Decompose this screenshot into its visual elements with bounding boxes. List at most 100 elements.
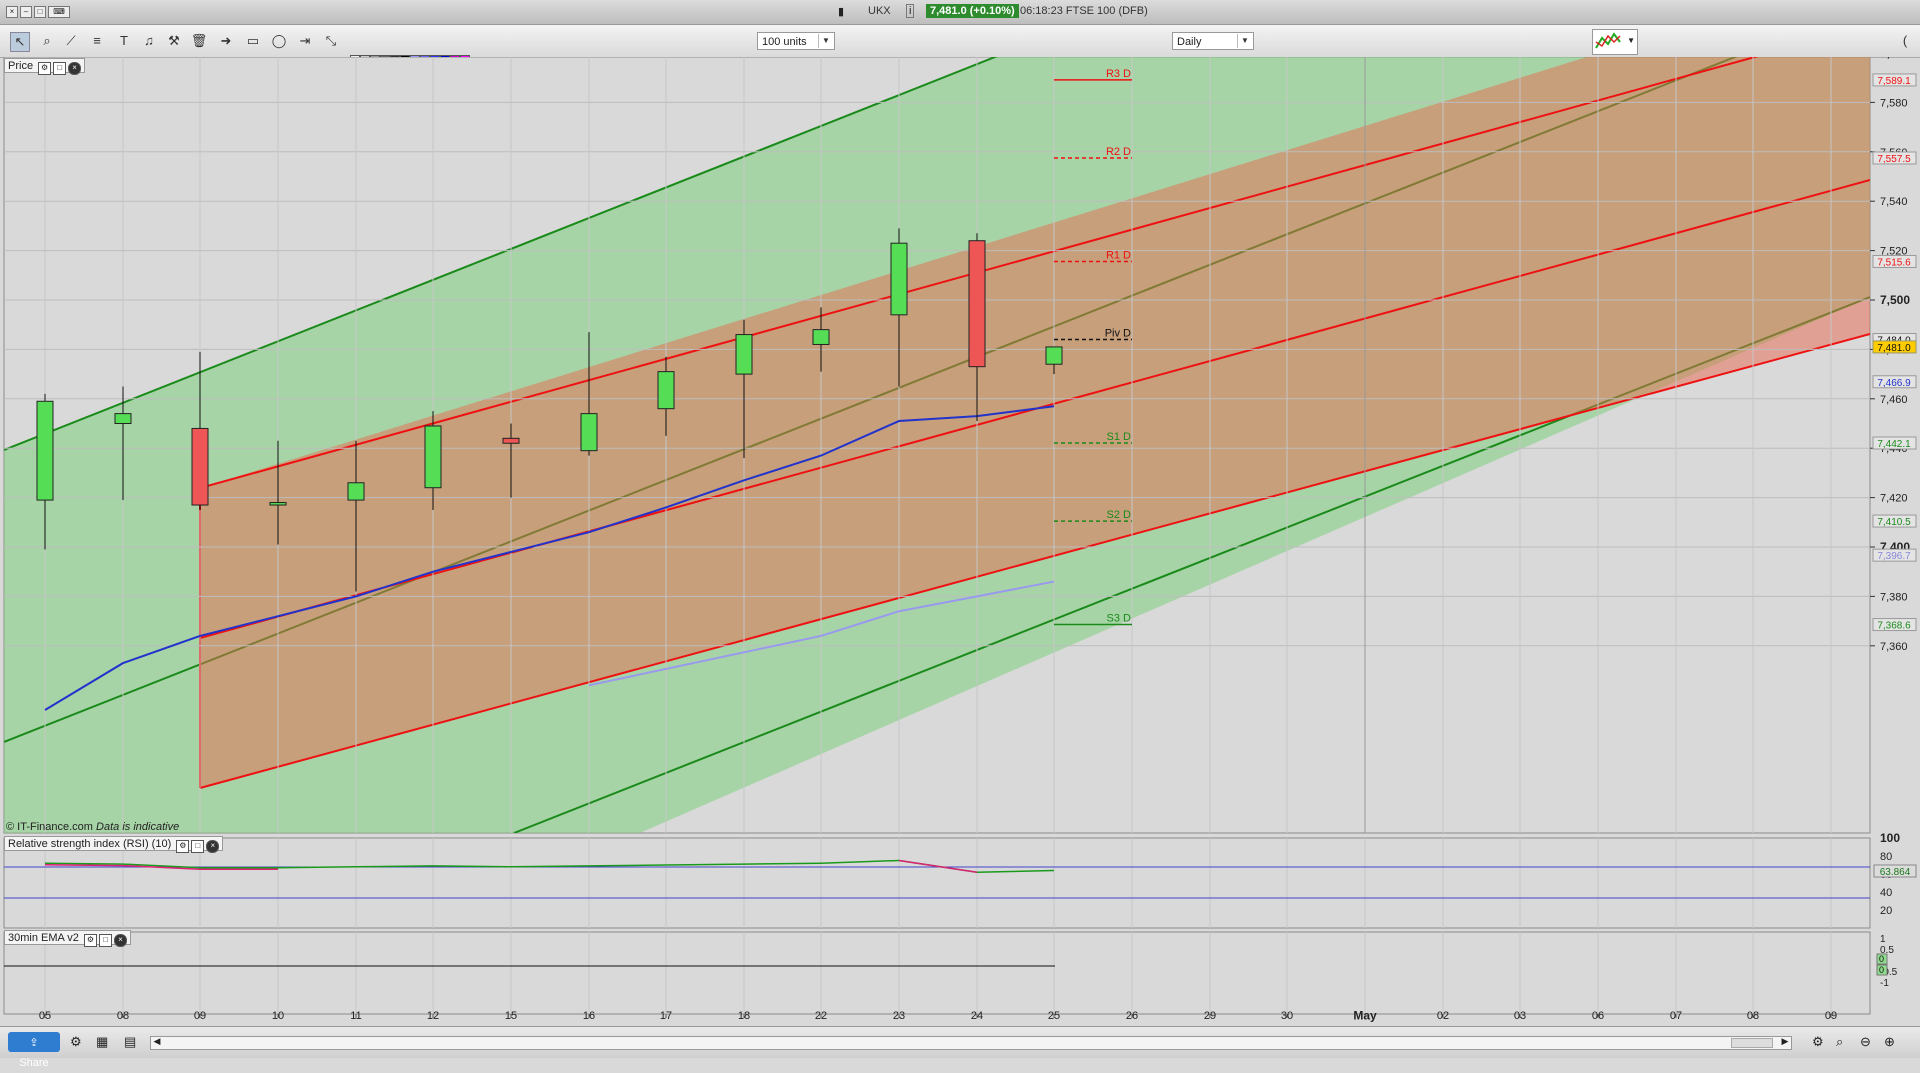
ema-value-tag: 0 (1879, 965, 1884, 975)
y-tick-label: 7,380 (1880, 591, 1908, 603)
last-price-tag: 7,481.0 (1877, 343, 1911, 354)
fibonacci-icon[interactable]: ≡ (88, 32, 106, 50)
chart-area[interactable]: R3 D R2 D R1 D Piv D S1 D S2 D S3 D 7,360 7,380… (0, 57, 1920, 1026)
window-icon[interactable]: □ (191, 840, 205, 853)
rsi-value-tag: 63.864 (1880, 867, 1911, 878)
x-tick-label: 29 (1204, 1010, 1216, 1022)
chart-settings-icon[interactable]: ⚙ (1812, 1034, 1824, 1050)
draw-trend-icon[interactable]: ⟋ (62, 32, 80, 50)
share-button[interactable]: ⇪ Share (8, 1032, 60, 1069)
print-icon[interactable]: ▤ (124, 1034, 136, 1050)
candle-up (812, 329, 830, 345)
x-tick-label: 08 (1747, 1010, 1759, 1022)
x-tick-label: May (1353, 1008, 1377, 1022)
x-tick-label: 23 (893, 1010, 905, 1022)
text-tool-icon[interactable]: T (115, 32, 133, 50)
delete-icon[interactable]: 🗑 (190, 32, 208, 50)
chevron-down-icon: ▼ (1237, 34, 1252, 48)
window-icon[interactable]: □ (53, 62, 67, 75)
x-tick-label: 12 (427, 1010, 439, 1022)
collapse-panel-icon[interactable]: ( (1896, 32, 1914, 50)
close-icon[interactable]: × (113, 934, 127, 947)
share-icon: ⇪ (29, 1037, 39, 1049)
drawing-toolbar: ↖ ⌕ ⟋ ≡ T ♫ ⚒ 🗑 ➜ ▭ ◯ ⇥ ⤡ 100 units ▼ Da… (0, 25, 1920, 75)
ema-axis-label: 1 (1880, 934, 1886, 945)
line-tool-icon[interactable]: ⤡ (322, 32, 340, 50)
scroll-left-icon[interactable]: ◀ (151, 1036, 163, 1047)
x-tick-label: 30 (1281, 1010, 1293, 1022)
arrow-tool-icon[interactable]: ➜ (217, 32, 235, 50)
close-window-icon[interactable]: × (6, 6, 18, 18)
ema-panel-label: 30min EMA v2 ⚙ □ × (4, 930, 131, 947)
pointer-icon[interactable]: ↖ (10, 32, 30, 52)
candle-up (114, 413, 132, 424)
rsi-axis-label: 100 (1880, 831, 1900, 845)
candle-up (735, 334, 753, 375)
ellipse-tool-icon[interactable]: ◯ (270, 32, 288, 50)
watermark: © IT-Finance.com Data is indicative (6, 821, 179, 833)
x-tick-label: 08 (117, 1010, 129, 1022)
x-tick-label: 15 (505, 1010, 517, 1022)
horizontal-line-icon[interactable]: ⇥ (296, 32, 314, 50)
x-tick-label: 11 (350, 1010, 361, 1022)
candle-up (36, 400, 54, 501)
close-icon[interactable]: × (68, 62, 82, 75)
rsi-axis-label: 20 (1880, 905, 1892, 917)
zoom-in-icon[interactable]: ⊕ (1884, 1034, 1895, 1050)
minimize-window-icon[interactable]: – (20, 6, 32, 18)
scrollbar-thumb[interactable] (1731, 1038, 1773, 1048)
watermark-copyright: © IT-Finance.com (6, 821, 93, 833)
price-panel-label: Price ⚙ □ × (4, 58, 86, 75)
calendar-icon[interactable]: ▦ (96, 1034, 108, 1050)
tools-icon[interactable]: ⚒ (165, 32, 183, 50)
candle-up (580, 413, 598, 452)
x-tick-label: 17 (660, 1010, 672, 1022)
chart-type-icon (1595, 32, 1621, 49)
pivot-tag: 7,589.1 (1877, 76, 1911, 87)
price-panel-title: Price (8, 60, 34, 72)
price-axis: 7,3607,3807,4007,4207,4407,4607,4807,500… (1870, 57, 1910, 653)
close-icon[interactable]: × (206, 840, 220, 853)
candle-up (424, 425, 442, 489)
zoom-icon[interactable]: ⌕ (38, 32, 56, 50)
y-tick-label: 7,460 (1880, 394, 1908, 406)
zoom-fit-icon[interactable]: ⌕ (1836, 1034, 1843, 1050)
ma-dark-tag: 7,466.9 (1877, 378, 1911, 389)
wrench-icon[interactable]: ⚙ (176, 840, 190, 853)
ema-axis: 10.50-0.5-100 (1876, 934, 1898, 989)
x-tick-label: 09 (1825, 1010, 1837, 1022)
alert-bell-icon[interactable]: ♫ (140, 32, 158, 50)
keyboard-icon[interactable]: ⌨ (48, 6, 70, 18)
market-symbol: UKX (868, 5, 891, 17)
chart-type-button[interactable]: ▼ (1592, 29, 1638, 55)
pivot-tag: 7,442.1 (1877, 439, 1911, 450)
wrench-icon[interactable]: ⚙ (83, 934, 97, 947)
share-label: Share (19, 1057, 49, 1069)
ema-axis-label: -1 (1880, 978, 1889, 989)
wrench-icon[interactable]: ⚙ (38, 62, 52, 75)
pivot-label: R1 D (1106, 249, 1131, 261)
rectangle-tool-icon[interactable]: ▭ (244, 32, 262, 50)
info-icon[interactable]: i (906, 4, 915, 18)
scroll-right-icon[interactable]: ▶ (1779, 1036, 1791, 1047)
rsi-segment-green (355, 865, 434, 868)
units-select[interactable]: 100 units ▼ (757, 32, 835, 50)
pivot-tag: 7,557.5 (1877, 154, 1911, 165)
pivot-tag: 7,515.6 (1877, 257, 1911, 268)
settings-icon[interactable]: ⚙ (70, 1034, 82, 1050)
horizontal-scrollbar[interactable]: ◀ ▶ (150, 1036, 1792, 1050)
y-tick-label: 7,500 (1880, 293, 1910, 307)
candle-up (269, 502, 287, 506)
restore-window-icon[interactable]: □ (34, 6, 46, 18)
rsi-panel-title: Relative strength index (RSI) (10) (8, 838, 172, 850)
candle-down (191, 427, 209, 506)
window-icon[interactable]: □ (98, 934, 112, 947)
pivot-label: S1 D (1107, 431, 1132, 443)
device-icon: ▮ (838, 6, 845, 18)
period-select[interactable]: Daily ▼ (1172, 32, 1254, 50)
candle-up (347, 482, 365, 501)
zoom-out-icon[interactable]: ⊖ (1860, 1034, 1871, 1050)
rsi-segment-green (510, 865, 590, 868)
pivot-label: Piv D (1105, 328, 1131, 340)
rsi-segment-green (277, 866, 357, 869)
